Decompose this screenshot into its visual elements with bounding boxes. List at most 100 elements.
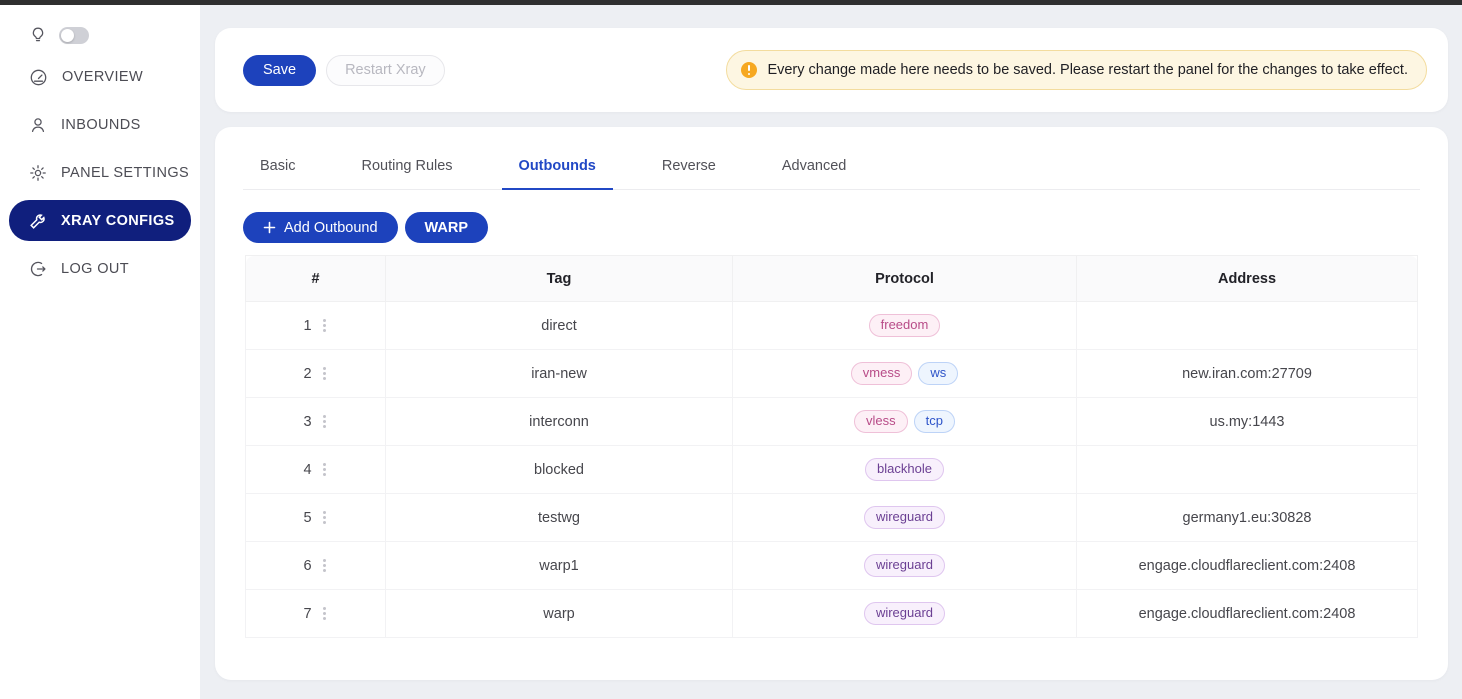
- table-header-row: # Tag Protocol Address: [246, 256, 1418, 302]
- row-number: 4: [303, 462, 311, 478]
- plus-icon: [263, 221, 276, 234]
- outbound-tag: iran-new: [386, 350, 733, 398]
- dashboard-icon: [29, 68, 48, 87]
- sidebar: OVERVIEW INBOUNDS PANEL SETTINGS XRAY CONFI…: [0, 5, 200, 699]
- outbound-address: [1077, 302, 1418, 350]
- tab-basic[interactable]: Basic: [243, 158, 312, 189]
- row-number: 2: [303, 366, 311, 382]
- row-number-cell: 2: [303, 365, 327, 382]
- alert-text: Every change made here needs to be saved…: [767, 62, 1408, 78]
- col-header-address: Address: [1077, 256, 1418, 302]
- config-tabs: Basic Routing Rules Outbounds Reverse Advanc…: [243, 127, 1420, 190]
- table-row: 2 iran-newvmesswsnew.iran.com:27709: [246, 350, 1418, 398]
- outbound-protocol: vless tcp: [733, 398, 1077, 446]
- toolbar-card: Save Restart Xray Every change made here…: [215, 28, 1448, 112]
- outbound-tag: warp1: [386, 542, 733, 590]
- outbound-tag: interconn: [386, 398, 733, 446]
- tab-reverse[interactable]: Reverse: [645, 158, 733, 189]
- sidebar-item-inbounds[interactable]: INBOUNDS: [0, 101, 200, 149]
- row-number-cell: 7: [303, 605, 327, 622]
- table-row: 5 testwg wireguard germany1.eu:30828: [246, 494, 1418, 542]
- outbound-protocol: vmessws: [733, 350, 1077, 398]
- row-number-cell: 1: [303, 317, 327, 334]
- theme-toggle[interactable]: [59, 27, 89, 44]
- row-number: 3: [303, 414, 311, 430]
- protocol-badge: freedom: [869, 314, 941, 337]
- tab-outbounds[interactable]: Outbounds: [502, 158, 613, 189]
- wrench-icon: [29, 212, 47, 230]
- row-number: 7: [303, 606, 311, 622]
- add-outbound-label: Add Outbound: [284, 220, 378, 236]
- warp-button[interactable]: WARP: [405, 212, 489, 243]
- bulb-icon: [29, 26, 47, 44]
- protocol-badge: ws: [918, 362, 958, 385]
- outbound-address: new.iran.com:27709: [1077, 350, 1418, 398]
- outbound-actions: Add Outbound WARP: [243, 212, 1420, 243]
- user-icon: [29, 116, 47, 134]
- protocol-badge: wireguard: [864, 602, 945, 625]
- sidebar-menu: OVERVIEW INBOUNDS PANEL SETTINGS XRAY CONFI…: [0, 53, 200, 293]
- row-number: 5: [303, 510, 311, 526]
- app-screen: OVERVIEW INBOUNDS PANEL SETTINGS XRAY CONFI…: [0, 0, 1462, 699]
- row-menu-handle-icon[interactable]: [321, 461, 328, 478]
- warning-icon: [741, 62, 757, 78]
- sidebar-item-label: PANEL SETTINGS: [61, 165, 189, 181]
- table-row: 7warpwireguardengage.cloudflareclient.co…: [246, 590, 1418, 638]
- outbound-address: engage.cloudflareclient.com:2408: [1077, 542, 1418, 590]
- outbound-protocol: wireguard: [733, 494, 1077, 542]
- outbound-protocol: freedom: [733, 302, 1077, 350]
- protocol-badge: wireguard: [864, 506, 945, 529]
- sidebar-item-panel-settings[interactable]: PANEL SETTINGS: [0, 149, 200, 197]
- row-menu-handle-icon[interactable]: [321, 413, 328, 430]
- logout-icon: [29, 260, 47, 278]
- theme-row: [0, 5, 200, 53]
- protocol-badge: vless: [854, 410, 908, 433]
- sidebar-item-label: XRAY CONFIGS: [61, 213, 175, 229]
- main-area: Save Restart Xray Every change made here…: [200, 5, 1462, 699]
- tab-advanced[interactable]: Advanced: [765, 158, 864, 189]
- row-menu-handle-icon[interactable]: [321, 509, 328, 526]
- col-header-tag: Tag: [386, 256, 733, 302]
- col-header-num: #: [246, 256, 386, 302]
- table-row: 4 blockedblackhole: [246, 446, 1418, 494]
- outbound-tag: direct: [386, 302, 733, 350]
- sidebar-item-overview[interactable]: OVERVIEW: [0, 53, 200, 101]
- row-number-cell: 6: [303, 557, 327, 574]
- row-number-cell: 4: [303, 461, 327, 478]
- protocol-badge: tcp: [914, 410, 955, 433]
- table-row: 3 interconn vless tcp us.my:1443: [246, 398, 1418, 446]
- protocol-badge: wireguard: [864, 554, 945, 577]
- unsaved-changes-alert: Every change made here needs to be saved…: [726, 50, 1427, 90]
- outbounds-table: # Tag Protocol Address 1 direct freedom 2 ir…: [245, 255, 1418, 638]
- row-number: 6: [303, 558, 311, 574]
- row-menu-handle-icon[interactable]: [321, 557, 328, 574]
- row-menu-handle-icon[interactable]: [321, 605, 328, 622]
- outbound-protocol: wireguard: [733, 590, 1077, 638]
- save-button[interactable]: Save: [243, 55, 316, 86]
- row-number-cell: 5: [303, 509, 327, 526]
- outbound-address: germany1.eu:30828: [1077, 494, 1418, 542]
- sidebar-item-log-out[interactable]: LOG OUT: [0, 245, 200, 293]
- table-row: 6 warp1 wireguard engage.cloudflareclient.c…: [246, 542, 1418, 590]
- outbound-tag: blocked: [386, 446, 733, 494]
- outbound-address: us.my:1443: [1077, 398, 1418, 446]
- outbound-address: [1077, 446, 1418, 494]
- row-number-cell: 3: [303, 413, 327, 430]
- row-menu-handle-icon[interactable]: [321, 317, 328, 334]
- sidebar-item-label: LOG OUT: [61, 261, 129, 277]
- configs-card: Basic Routing Rules Outbounds Reverse Advanc…: [215, 127, 1448, 680]
- sidebar-item-label: OVERVIEW: [62, 69, 143, 85]
- outbound-protocol: blackhole: [733, 446, 1077, 494]
- gear-icon: [29, 164, 47, 182]
- col-header-protocol: Protocol: [733, 256, 1077, 302]
- toolbar-buttons: Save Restart Xray: [243, 55, 445, 86]
- sidebar-item-xray-configs[interactable]: XRAY CONFIGS: [9, 200, 191, 241]
- restart-xray-button[interactable]: Restart Xray: [326, 55, 445, 86]
- sidebar-item-label: INBOUNDS: [61, 117, 141, 133]
- tab-routing-rules[interactable]: Routing Rules: [344, 158, 469, 189]
- outbounds-table-wrap: # Tag Protocol Address 1 direct freedom 2 ir…: [245, 255, 1418, 638]
- row-menu-handle-icon[interactable]: [321, 365, 328, 382]
- outbound-address: engage.cloudflareclient.com:2408: [1077, 590, 1418, 638]
- add-outbound-button[interactable]: Add Outbound: [243, 212, 398, 243]
- outbound-tag: testwg: [386, 494, 733, 542]
